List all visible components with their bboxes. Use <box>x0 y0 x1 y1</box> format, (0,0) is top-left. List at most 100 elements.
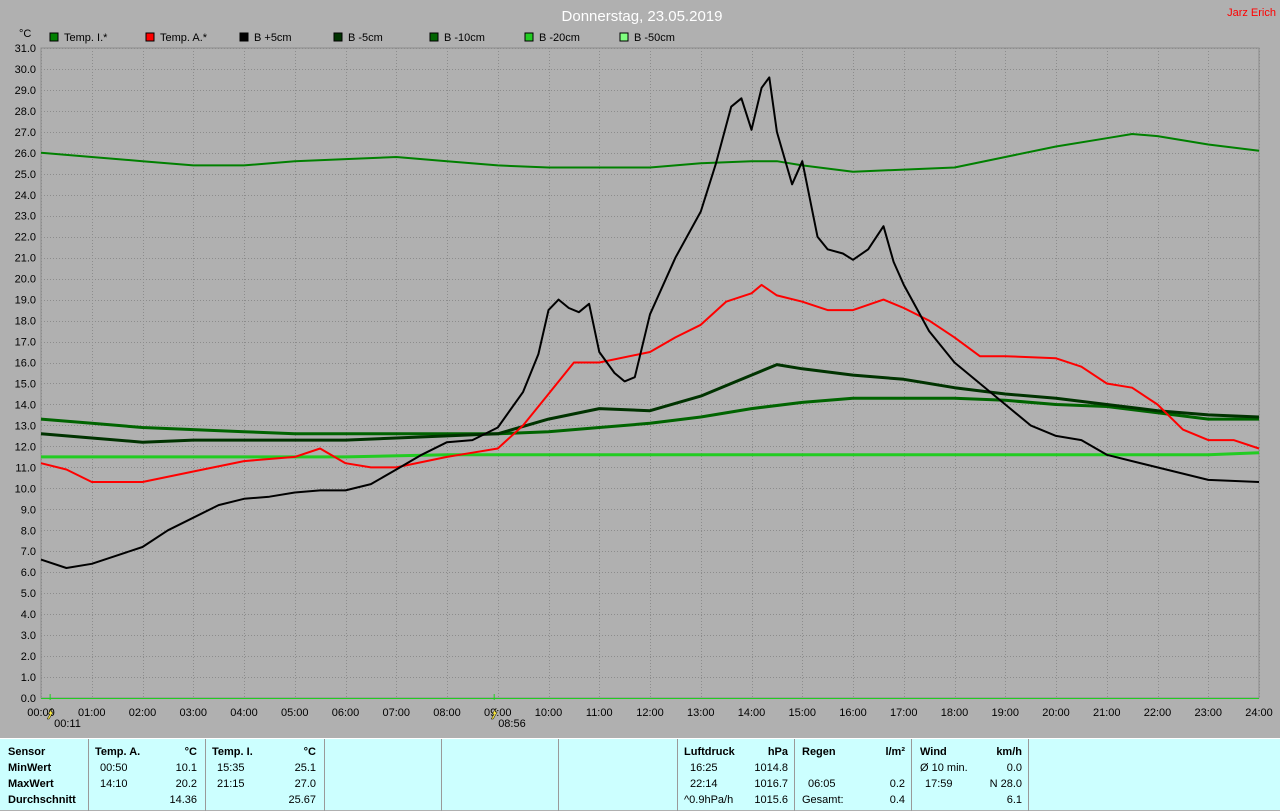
y-tick-label: 31.0 <box>15 43 36 55</box>
legend-label: B -5cm <box>348 32 383 44</box>
stats-temp-i-min-value: 25.1 <box>294 762 316 774</box>
x-tick-label: 14:00 <box>738 707 766 719</box>
stats-rain-column: Regen l/m² 06:05 0.2 Gesamt: 0.4 <box>795 739 912 811</box>
stats-wind-header: Wind <box>920 746 947 758</box>
x-tick-label: 07:00 <box>382 707 410 719</box>
y-tick-label: 4.0 <box>21 609 36 621</box>
stats-temp-a-max-time: 14:10 <box>100 778 128 790</box>
y-tick-label: 21.0 <box>15 253 36 265</box>
legend-label: Temp. A.* <box>160 32 208 44</box>
x-tick-label: 13:00 <box>687 707 715 719</box>
stats-pressure-column: Luftdruck hPa 16:25 1014.8 22:14 1016.7 … <box>678 739 795 811</box>
x-tick-label: 22:00 <box>1144 707 1172 719</box>
x-tick-label: 15:00 <box>788 707 816 719</box>
stats-temp-i-avg: 25.67 <box>288 794 316 806</box>
stats-wind-avg-label: Ø 10 min. <box>920 762 968 774</box>
y-tick-label: 6.0 <box>21 567 36 579</box>
x-tick-label: 12:00 <box>636 707 664 719</box>
y-tick-label: 27.0 <box>15 127 36 139</box>
x-tick-label: 16:00 <box>839 707 867 719</box>
stats-pressure-min-time: 16:25 <box>690 762 718 774</box>
y-tick-label: 24.0 <box>15 190 36 202</box>
legend-label: B +5cm <box>254 32 292 44</box>
y-tick-label: 23.0 <box>15 211 36 223</box>
stats-wind-unit: km/h <box>996 746 1022 758</box>
y-tick-label: 17.0 <box>15 337 36 349</box>
stats-wind-column: Wind km/h Ø 10 min. 0.0 17:59 N 28.0 6.1 <box>912 739 1029 811</box>
x-tick-label: 23:00 <box>1194 707 1222 719</box>
stats-wind-avg-value: 0.0 <box>1006 762 1022 774</box>
series-line-5 <box>41 451 1260 459</box>
stats-pressure-max-time: 22:14 <box>690 778 718 790</box>
legend-swatch <box>619 32 629 42</box>
y-tick-label: 13.0 <box>15 420 36 432</box>
y-tick-label: 11.0 <box>15 462 36 474</box>
legend-swatch <box>333 32 343 42</box>
legend: Temp. I.* Temp. A.* B +5cm B -5cm B -10cm B -… <box>49 32 675 44</box>
x-tick-label: 01:00 <box>78 707 106 719</box>
stats-sensor-column: Sensor MinWert MaxWert Durchschnitt <box>0 739 89 811</box>
y-tick-label: 29.0 <box>15 85 36 97</box>
y-tick-label: 15.0 <box>15 378 36 390</box>
stats-pressure-current: 1015.6 <box>754 794 788 806</box>
y-tick-label: 0.0 <box>21 693 36 705</box>
legend-swatch <box>145 32 155 42</box>
legend-swatch <box>239 32 249 42</box>
y-tick-label: 25.0 <box>15 169 36 181</box>
stats-sensor-header: Sensor <box>8 746 46 758</box>
stats-rain-total-value: 0.4 <box>889 794 905 806</box>
stats-temp-a-column: Temp. A. °C 00:50 10.1 14:10 20.2 14.36 <box>89 739 206 811</box>
x-tick-label: 11:00 <box>586 707 613 719</box>
stats-temp-i-column: Temp. I. °C 15:35 25.1 21:15 27.0 25.67 <box>206 739 325 811</box>
stats-temp-i-max-time: 21:15 <box>217 778 245 790</box>
stats-pressure-trend: ^0.9hPa/h <box>684 794 734 806</box>
x-tick-label: 10:00 <box>535 707 563 719</box>
stats-rain-unit: l/m² <box>885 746 905 758</box>
y-tick-label: 5.0 <box>21 588 36 600</box>
series-line-0 <box>40 133 1260 173</box>
x-tick-label: 08:00 <box>433 707 461 719</box>
stats-rain-max-time: 06:05 <box>808 778 836 790</box>
stats-temp-a-header: Temp. A. <box>95 746 141 758</box>
stats-temp-i-max-value: 27.0 <box>294 778 316 790</box>
x-tick-label: 06:00 <box>332 707 360 719</box>
x-tick-label: 18:00 <box>941 707 969 719</box>
x-tick-label: 05:00 <box>281 707 309 719</box>
stats-wind-mean-value: 6.1 <box>1006 794 1022 806</box>
stats-empty-column <box>325 739 442 811</box>
y-tick-label: 8.0 <box>21 525 36 537</box>
stats-empty-column <box>559 739 678 811</box>
stats-pressure-header: Luftdruck <box>684 746 735 758</box>
y-tick-label: 1.0 <box>21 672 36 684</box>
stats-temp-a-min-time: 00:50 <box>100 762 128 774</box>
y-tick-label: 30.0 <box>15 64 36 76</box>
stats-rain-header: Regen <box>802 746 836 758</box>
stats-temp-a-min-value: 10.1 <box>175 762 197 774</box>
legend-label: B -20cm <box>539 32 580 44</box>
stats-pressure-unit: hPa <box>767 746 788 758</box>
stats-pressure-min-value: 1014.8 <box>754 762 788 774</box>
y-tick-label: 26.0 <box>15 148 36 160</box>
stats-temp-i-unit: °C <box>303 746 316 758</box>
x-tick-label: 19:00 <box>991 707 1019 719</box>
x-tick-label: 24:00 <box>1245 707 1273 719</box>
y-tick-label: 16.0 <box>15 358 36 370</box>
y-tick-label: 19.0 <box>15 295 36 307</box>
y-tick-label: 7.0 <box>21 546 36 558</box>
y-axis-unit: °C <box>19 28 31 40</box>
stats-panel: Sensor MinWert MaxWert Durchschnitt Temp… <box>0 738 1280 811</box>
stats-rain-max-value: 0.2 <box>889 778 905 790</box>
y-tick-label: 3.0 <box>21 630 36 642</box>
y-tick-label: 12.0 <box>15 441 36 453</box>
chart: Donnerstag, 23.05.2019 Jarz Erich °C Tem… <box>15 7 1276 730</box>
y-tick-label: 2.0 <box>21 651 36 663</box>
marker-label: 00:11 <box>54 718 81 730</box>
stats-wind-max-time: 17:59 <box>925 778 953 790</box>
legend-label: B -10cm <box>444 32 485 44</box>
y-tick-label: 10.0 <box>15 483 36 495</box>
series-line-4 <box>40 396 1259 436</box>
stats-temp-i-min-time: 15:35 <box>217 762 245 774</box>
y-tick-label: 28.0 <box>15 106 36 118</box>
stats-temp-i-header: Temp. I. <box>212 746 253 758</box>
stats-row-label-min: MinWert <box>8 762 52 774</box>
